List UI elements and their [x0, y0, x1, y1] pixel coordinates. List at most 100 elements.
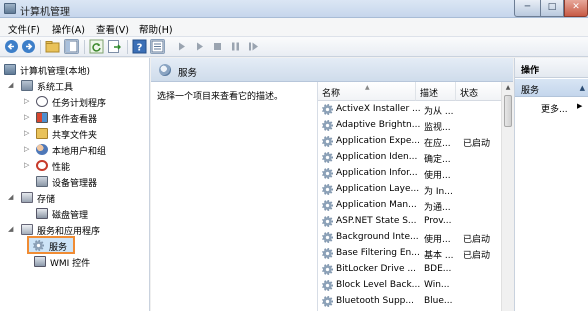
- table-row[interactable]: Application Man... 为通...: [318, 197, 500, 213]
- column-status-label: 状态: [460, 89, 479, 99]
- table-row[interactable]: Adaptive Brightn... 监视...: [318, 117, 500, 133]
- service-name: Application Iden...: [336, 152, 418, 162]
- service-desc: Blue...: [424, 296, 453, 306]
- expand-arrow-icon[interactable]: ▷: [24, 145, 29, 153]
- services-gear-icon: [159, 64, 171, 76]
- service-gear-icon: [322, 168, 333, 179]
- collapse-arrow-icon[interactable]: ◢: [8, 225, 13, 233]
- tree-label: 本地用户和组: [52, 147, 107, 157]
- expand-arrow-icon[interactable]: ▷: [24, 129, 29, 137]
- toolbar: ?: [0, 37, 588, 57]
- close-button[interactable]: ✕: [564, 0, 588, 17]
- table-row[interactable]: Application Infor... 使用...: [318, 165, 500, 181]
- performance-icon: [36, 160, 48, 171]
- table-row[interactable]: Bluetooth Supp... Blue...: [318, 293, 500, 309]
- column-header-name[interactable]: 名称 ▲: [318, 82, 416, 101]
- service-gear-icon: [322, 216, 333, 227]
- service-desc: Prov...: [424, 216, 452, 226]
- scrollbar-thumb[interactable]: [504, 95, 512, 127]
- actions-pane: 操作 服务 ▲ 更多... ▶: [514, 58, 588, 311]
- menu-bar: 文件(F) 操作(A) 查看(V) 帮助(H): [0, 18, 588, 37]
- collapse-arrow-icon[interactable]: ◢: [8, 81, 13, 89]
- expand-arrow-icon[interactable]: ▷: [24, 161, 29, 169]
- service-gear-icon: [322, 248, 333, 259]
- start-alt-icon[interactable]: [192, 39, 207, 54]
- service-desc: 使用...: [424, 235, 451, 245]
- tree-label: WMI 控件: [50, 259, 91, 269]
- back-icon[interactable]: [4, 39, 19, 54]
- tree-label: 系统工具: [37, 83, 74, 93]
- service-name: Application Expe...: [336, 136, 420, 146]
- properties-icon[interactable]: [150, 39, 165, 54]
- service-gear-icon: [322, 152, 333, 163]
- tree-label: 存储: [37, 195, 56, 205]
- menu-help[interactable]: 帮助(H): [139, 22, 173, 36]
- tree-item-services[interactable]: 服务: [27, 236, 75, 254]
- service-name: BitLocker Drive ...: [336, 264, 416, 274]
- refresh-icon[interactable]: [89, 39, 104, 54]
- table-row[interactable]: Application Laye... 为 In...: [318, 181, 500, 197]
- forward-icon[interactable]: [21, 39, 36, 54]
- help-icon[interactable]: ?: [132, 39, 147, 54]
- tree-label: 服务: [49, 243, 68, 253]
- computer-management-icon: [4, 64, 16, 75]
- restart-service-icon[interactable]: [246, 39, 261, 54]
- tree-label: 性能: [52, 163, 71, 173]
- services-gear-icon: [33, 240, 44, 251]
- minimize-button[interactable]: ─: [514, 0, 540, 17]
- actions-section-services[interactable]: 服务 ▲: [515, 79, 588, 97]
- tree-label: 任务计划程序: [52, 99, 107, 109]
- service-status: 已启动: [463, 251, 491, 261]
- table-row[interactable]: Base Filtering En... 基本 ... 已启动: [318, 245, 500, 261]
- svg-text:?: ?: [137, 43, 143, 54]
- service-desc: BDE...: [424, 264, 452, 274]
- service-name: Background Inte...: [336, 232, 419, 242]
- description-prompt: 选择一个项目来查看它的描述。: [157, 92, 284, 102]
- table-row[interactable]: Application Iden... 确定...: [318, 149, 500, 165]
- service-desc: 在应...: [424, 139, 451, 149]
- services-panel: 服务 选择一个项目来查看它的描述。 名称 ▲ 描述 状态 ActiveX Ins…: [151, 58, 513, 311]
- menu-action[interactable]: 操作(A): [52, 22, 85, 36]
- service-name: ASP.NET State S...: [336, 216, 417, 226]
- table-row[interactable]: ASP.NET State S... Prov...: [318, 213, 500, 229]
- services-header-title: 服务: [178, 68, 198, 79]
- menu-view[interactable]: 查看(V): [96, 22, 129, 36]
- service-name: Application Infor...: [336, 168, 418, 178]
- start-service-icon[interactable]: [174, 39, 189, 54]
- scroll-up-arrow-icon[interactable]: ▲: [502, 82, 514, 94]
- expand-arrow-icon[interactable]: ▷: [24, 113, 29, 121]
- pause-service-icon[interactable]: [228, 39, 243, 54]
- vertical-scrollbar[interactable]: ▲: [501, 82, 513, 311]
- show-hide-tree-icon[interactable]: [64, 39, 79, 54]
- column-header-desc[interactable]: 描述: [416, 82, 456, 101]
- table-row[interactable]: BitLocker Drive ... BDE...: [318, 261, 500, 277]
- table-row[interactable]: Background Inte... 使用... 已启动: [318, 229, 500, 245]
- tree-label: 共享文件夹: [52, 131, 98, 141]
- table-row[interactable]: Block Level Back... Win...: [318, 277, 500, 293]
- more-actions-label: 更多...: [541, 105, 568, 115]
- table-row[interactable]: ActiveX Installer ... 为从 ...: [318, 101, 500, 117]
- export-icon[interactable]: [107, 39, 122, 54]
- computer-management-icon: [4, 3, 16, 14]
- service-gear-icon: [322, 232, 333, 243]
- more-actions-link[interactable]: 更多... ▶: [541, 102, 582, 115]
- menu-file[interactable]: 文件(F): [8, 22, 40, 36]
- column-header-status[interactable]: 状态: [456, 82, 502, 101]
- maximize-button[interactable]: □: [540, 0, 564, 17]
- tree-label: 设备管理器: [52, 179, 98, 189]
- expand-arrow-icon[interactable]: ▷: [24, 97, 29, 105]
- collapse-arrow-icon[interactable]: ◢: [8, 193, 13, 201]
- up-folder-icon[interactable]: [45, 39, 60, 54]
- stop-service-icon[interactable]: [210, 39, 225, 54]
- console-tree: 计算机管理(本地) ◢ 系统工具 ▷ 任务计划程序 ▷ 事件查看器 ▷ 共享文件…: [0, 58, 150, 311]
- actions-header: 操作: [515, 58, 588, 78]
- services-list: 名称 ▲ 描述 状态 ActiveX Installer ... 为从 ... …: [317, 82, 513, 311]
- maximize-icon: □: [547, 2, 557, 12]
- service-status: 已启动: [463, 235, 491, 245]
- service-gear-icon: [322, 264, 333, 275]
- tree-label: 计算机管理(本地): [20, 67, 91, 77]
- service-desc: 为 In...: [424, 187, 453, 197]
- disk-icon: [36, 208, 48, 219]
- table-row[interactable]: Application Expe... 在应... 已启动: [318, 133, 500, 149]
- column-name-label: 名称: [322, 89, 341, 99]
